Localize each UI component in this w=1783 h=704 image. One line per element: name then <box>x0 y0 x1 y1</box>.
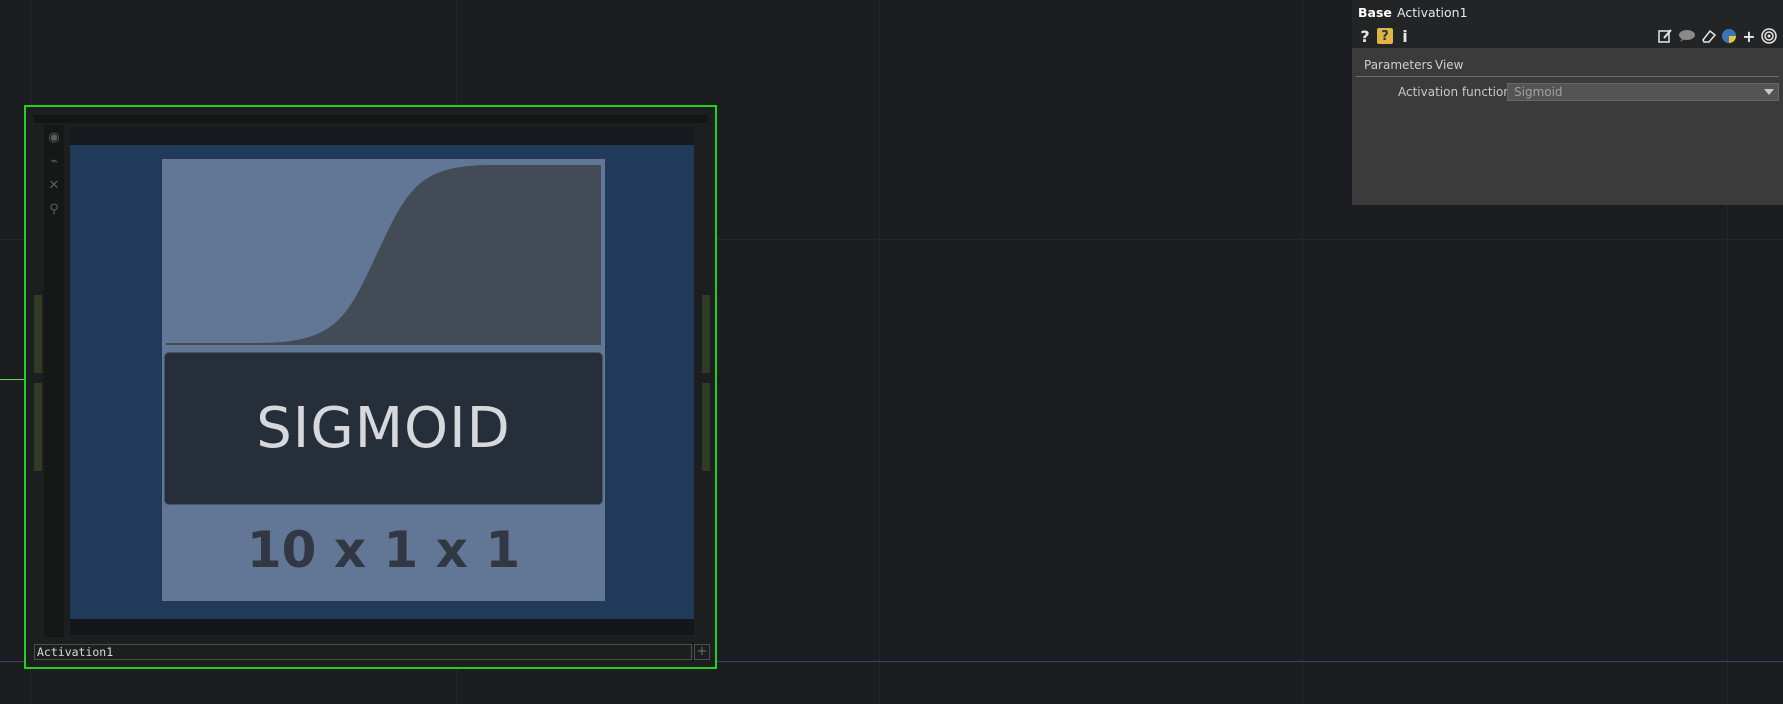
chevron-down-icon <box>1764 89 1774 95</box>
graph-icon[interactable]: ⌁ <box>44 151 64 171</box>
add-icon[interactable]: + <box>694 644 710 660</box>
parameter-panel: Base Activation1 ? ? i + Parameters View… <box>1352 0 1783 205</box>
tab-view[interactable]: View <box>1435 58 1463 72</box>
help-badge: ? <box>1377 28 1393 44</box>
viewer-footer <box>70 619 694 635</box>
node-top-bar <box>34 115 708 123</box>
panel-header: Base Activation1 <box>1352 0 1783 24</box>
grid-line <box>1302 0 1303 704</box>
node-name-field[interactable]: Activation1 <box>34 644 692 660</box>
question-icon[interactable]: ? <box>1356 27 1374 46</box>
help-book-icon[interactable]: ? <box>1376 27 1394 45</box>
plus-icon[interactable]: + <box>1740 27 1758 46</box>
comment-icon[interactable] <box>1678 27 1696 45</box>
sigmoid-curve-icon <box>164 161 603 347</box>
panel-tabs: Parameters View <box>1356 56 1779 77</box>
activation-function-select[interactable]: Sigmoid <box>1507 83 1779 101</box>
lock-icon[interactable]: ⚲ <box>44 199 64 219</box>
bypass-icon[interactable]: ◉ <box>44 127 64 147</box>
activation-function-label: Activation function <box>1398 85 1511 99</box>
eraser-icon[interactable] <box>1700 27 1718 45</box>
activation-function-value: Sigmoid <box>1514 85 1563 99</box>
panel-toolbar: ? ? i + <box>1352 24 1783 48</box>
activation-node[interactable]: ◉ ⌁ ✕ ⚲ SIGMOID 10 x 1 x 1 Activation1 + <box>24 105 717 669</box>
activation-card: SIGMOID 10 x 1 x 1 <box>162 159 605 601</box>
tab-parameters[interactable]: Parameters <box>1364 58 1433 72</box>
edit-icon[interactable] <box>1656 27 1674 45</box>
operator-type: Base <box>1358 5 1392 20</box>
info-icon[interactable]: i <box>1396 27 1414 46</box>
output-connector[interactable] <box>702 295 710 373</box>
node-tool-column: ◉ ⌁ ✕ ⚲ <box>44 125 64 637</box>
activation-title-box: SIGMOID <box>164 352 603 505</box>
target-icon[interactable] <box>1760 27 1778 45</box>
input-connector[interactable] <box>34 295 42 373</box>
node-viewer[interactable]: SIGMOID 10 x 1 x 1 <box>70 127 694 635</box>
tensor-dimensions: 10 x 1 x 1 <box>246 521 521 579</box>
viewer-header <box>70 127 694 145</box>
output-connector[interactable] <box>702 383 710 471</box>
operator-name[interactable]: Activation1 <box>1397 5 1468 20</box>
activation-title: SIGMOID <box>256 396 511 461</box>
python-icon[interactable] <box>1720 27 1738 45</box>
grid-line <box>879 0 880 704</box>
close-icon[interactable]: ✕ <box>44 175 64 195</box>
input-connector[interactable] <box>34 383 42 471</box>
